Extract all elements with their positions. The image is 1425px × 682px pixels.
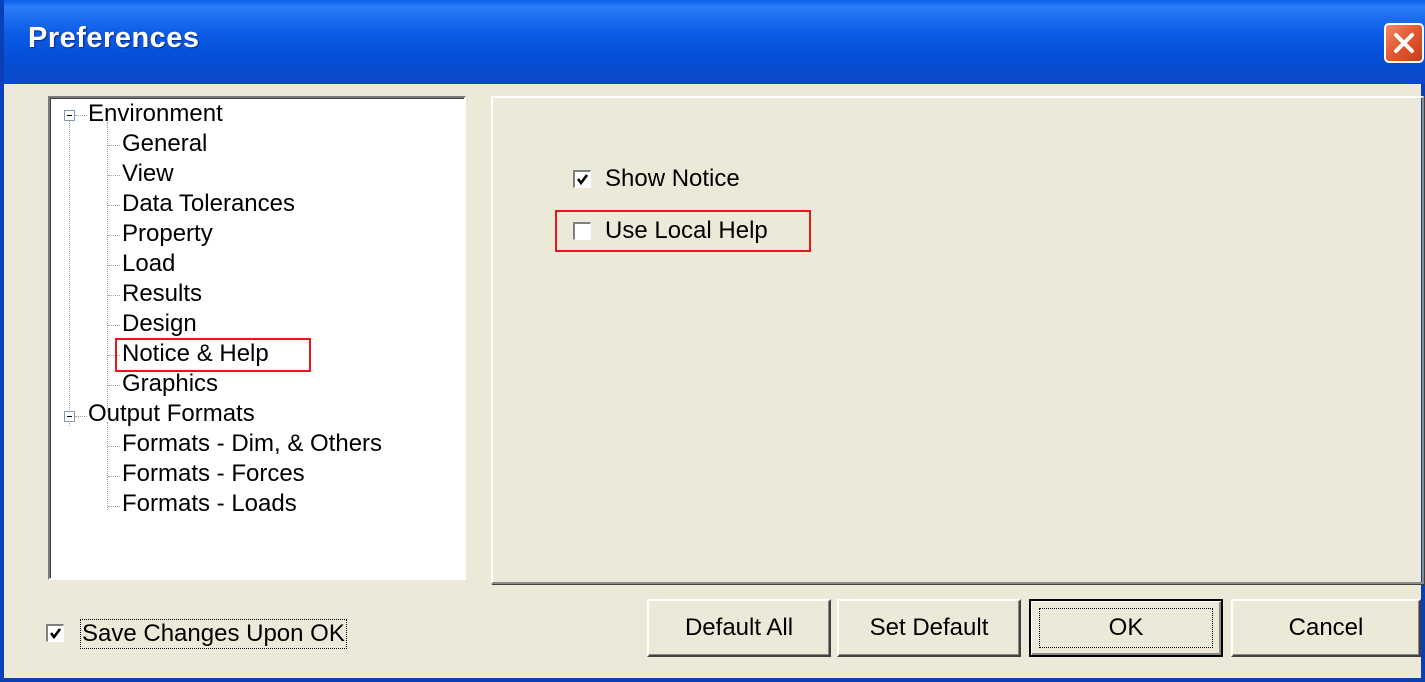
tree-item-output-formats[interactable]: Output Formats [88, 400, 255, 428]
option-highlight [555, 210, 811, 252]
tree-line [107, 122, 108, 412]
tree-line [108, 385, 120, 386]
cancel-button[interactable]: Cancel [1231, 599, 1421, 657]
tree-line [108, 265, 120, 266]
selection-highlight [115, 338, 311, 372]
collapse-environment-icon[interactable] [64, 110, 75, 121]
close-icon [1394, 33, 1414, 53]
tree-line [108, 295, 120, 296]
focus-rect [1039, 608, 1213, 648]
tree-item-formats-dim[interactable]: Formats - Dim, & Others [122, 430, 382, 458]
tree-line [108, 205, 120, 206]
tree-line [108, 325, 120, 326]
save-changes-label[interactable]: Save Changes Upon OK [80, 619, 347, 649]
tree-line [108, 175, 120, 176]
tree-item-data-tolerances[interactable]: Data Tolerances [122, 190, 295, 218]
preferences-tree[interactable]: Environment General View Data Tolerances… [48, 96, 466, 580]
collapse-output-formats-icon[interactable] [64, 411, 75, 422]
show-notice-checkbox[interactable] [573, 170, 591, 188]
tree-item-graphics[interactable]: Graphics [122, 370, 218, 398]
tree-item-formats-forces[interactable]: Formats - Forces [122, 460, 305, 488]
tree-line [108, 446, 120, 447]
close-button[interactable] [1384, 23, 1424, 63]
set-default-button[interactable]: Set Default [837, 599, 1021, 657]
tree-item-environment[interactable]: Environment [88, 100, 223, 128]
options-panel: Show Notice Use Local Help [491, 96, 1424, 584]
tree-item-general[interactable]: General [122, 130, 207, 158]
tree-line [108, 145, 120, 146]
tree-line [108, 506, 120, 507]
checkmark-icon [576, 174, 589, 186]
tree-line [108, 476, 120, 477]
tree-item-formats-loads[interactable]: Formats - Loads [122, 490, 297, 518]
default-all-button[interactable]: Default All [647, 599, 831, 657]
checkmark-icon [49, 628, 62, 640]
tree-item-view[interactable]: View [122, 160, 174, 188]
ok-button[interactable]: OK [1029, 599, 1223, 657]
title-bar[interactable]: Preferences [4, 0, 1425, 84]
save-changes-checkbox[interactable] [46, 624, 64, 642]
tree-line [75, 416, 87, 417]
tree-line [107, 422, 108, 510]
show-notice-label[interactable]: Show Notice [605, 165, 740, 193]
tree-item-load[interactable]: Load [122, 250, 175, 278]
preferences-dialog: Preferences Environment General View Dat… [0, 0, 1425, 682]
tree-line [75, 115, 87, 116]
dialog-title: Preferences [28, 22, 200, 54]
tree-item-property[interactable]: Property [122, 220, 213, 248]
tree-line [108, 235, 120, 236]
tree-line [69, 116, 70, 426]
tree-item-design[interactable]: Design [122, 310, 197, 338]
tree-item-results[interactable]: Results [122, 280, 202, 308]
